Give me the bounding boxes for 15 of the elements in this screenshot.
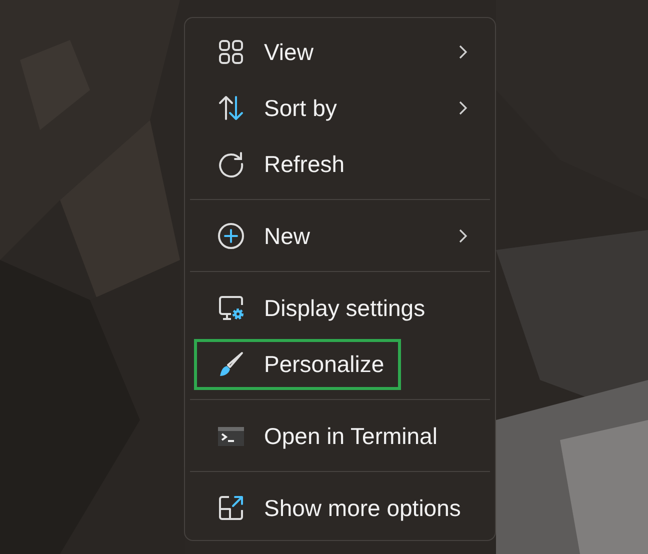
menu-item[interactable]: Display settings (194, 282, 442, 334)
expand-icon (217, 494, 245, 522)
menu-item[interactable]: Sort by (194, 82, 354, 134)
display-settings-icon (217, 294, 245, 322)
menu-item[interactable]: Refresh (194, 138, 362, 190)
menu-item[interactable]: View (194, 26, 330, 78)
sort-icon (217, 94, 245, 122)
menu-item[interactable]: Show more options (194, 482, 478, 534)
brush-icon (217, 350, 245, 378)
menu-item[interactable]: Personalize (194, 338, 402, 390)
menu-item[interactable]: Open in Terminal (194, 410, 454, 462)
menu-item[interactable]: New (194, 210, 328, 262)
refresh-icon (217, 150, 245, 178)
grid-icon (217, 38, 245, 66)
plus-circle-icon (217, 222, 245, 250)
